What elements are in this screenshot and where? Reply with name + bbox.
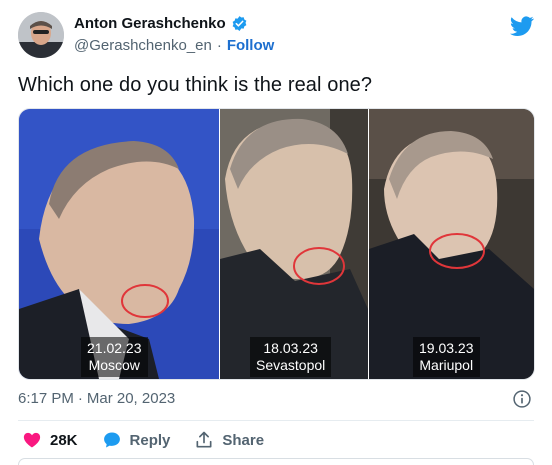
handle-row: @Gerashchenko_en · Follow	[74, 37, 274, 54]
caption-date: 19.03.23	[419, 340, 474, 356]
like-count: 28K	[50, 431, 78, 449]
caption-mariupol: 19.03.23 Mariupol	[413, 337, 480, 377]
twitter-bird-icon[interactable]	[510, 14, 534, 38]
tweet-media[interactable]: 21.02.23 Moscow 18.03.23 Sevastopol 19.0…	[18, 108, 535, 380]
action-bar: 28K Reply Share	[22, 430, 288, 450]
share-label: Share	[222, 431, 265, 449]
reply-label: Reply	[129, 431, 171, 449]
follow-button[interactable]: Follow	[227, 37, 275, 54]
reply-bubble-icon	[103, 432, 120, 448]
info-icon[interactable]	[512, 389, 532, 409]
tweet-card: Anton Gerashchenko @Gerashchenko_en · Fo…	[0, 0, 552, 465]
author-row: Anton Gerashchenko	[74, 15, 248, 32]
separator-dot: ·	[216, 37, 222, 54]
reply-button[interactable]: Reply	[102, 430, 171, 450]
divider	[18, 420, 534, 421]
share-button[interactable]: Share	[194, 430, 264, 450]
caption-place: Mariupol	[419, 357, 474, 373]
tweet-time: 6:17 PM	[18, 390, 74, 407]
author-handle[interactable]: @Gerashchenko_en	[74, 37, 212, 54]
caption-moscow: 21.02.23 Moscow	[81, 337, 148, 377]
heart-icon	[23, 432, 41, 448]
author-name[interactable]: Anton Gerashchenko	[74, 15, 226, 32]
caption-date: 18.03.23	[263, 340, 318, 356]
tweet-date: Mar 20, 2023	[86, 390, 176, 407]
photo-panel-sevastopol: 18.03.23 Sevastopol	[220, 109, 368, 379]
caption-place: Moscow	[88, 357, 140, 373]
photo-panel-mariupol: 19.03.23 Mariupol	[369, 109, 534, 379]
caption-date: 21.02.23	[87, 340, 142, 356]
verified-badge-icon	[232, 16, 247, 31]
tweet-timestamp[interactable]: 6:17 PM · Mar 20, 2023	[18, 390, 175, 407]
avatar[interactable]	[18, 12, 64, 58]
tweet-text: Which one do you think is the real one?	[18, 74, 373, 96]
like-button[interactable]: 28K	[22, 430, 78, 450]
caption-place: Sevastopol	[256, 357, 326, 373]
share-icon	[196, 431, 212, 448]
caption-sevastopol: 18.03.23 Sevastopol	[250, 337, 332, 377]
photo-panel-moscow: 21.02.23 Moscow	[19, 109, 219, 379]
separator-dot: ·	[77, 390, 83, 407]
